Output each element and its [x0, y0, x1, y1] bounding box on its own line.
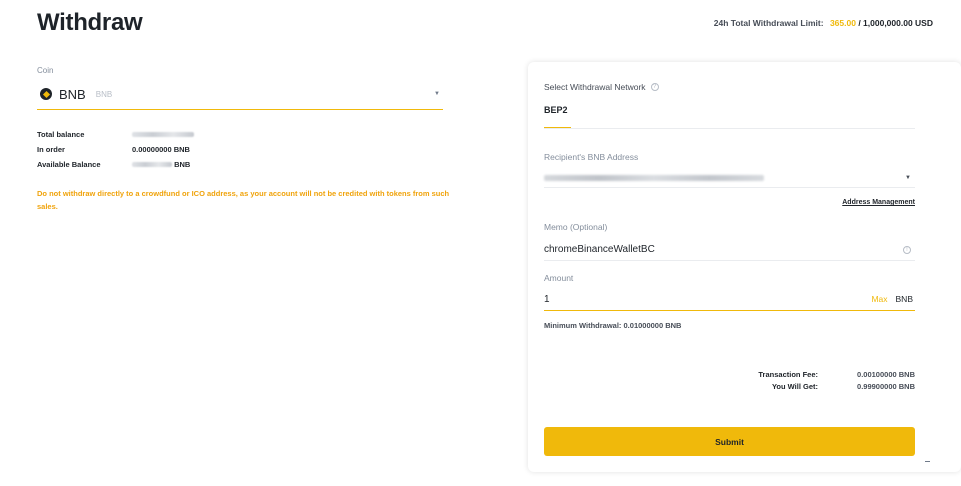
balance-summary: Total balance In order 0.00000000 BNB Av… [37, 127, 207, 172]
amount-value: 1 [544, 293, 550, 305]
redacted-address [544, 174, 764, 181]
withdrawal-limit-used: 365.00 [829, 18, 856, 28]
memo-label: Memo (Optional) [544, 222, 608, 232]
balance-row-available: Available Balance BNB [37, 157, 207, 172]
total-balance-value [132, 130, 194, 139]
balance-row-total: Total balance [37, 127, 207, 142]
amount-unit: BNB [895, 294, 913, 304]
network-select-label-text: Select Withdrawal Network [544, 82, 646, 92]
fee-summary: Transaction Fee: 0.00100000 BNB You Will… [758, 368, 915, 392]
in-order-label: In order [37, 145, 65, 154]
info-icon[interactable]: ? [650, 83, 659, 91]
memo-input[interactable]: chromeBinanceWalletBC ! [544, 239, 915, 261]
address-management-link[interactable]: Address Management [842, 199, 915, 206]
minimum-withdrawal: Minimum Withdrawal: 0.01000000 BNB [544, 321, 682, 330]
address-label: Recipient's BNB Address [544, 152, 639, 162]
chevron-down-icon[interactable]: ▼ [905, 175, 911, 181]
redacted-value [132, 132, 194, 137]
available-balance-label: Available Balance [37, 160, 101, 169]
transaction-fee-row: Transaction Fee: 0.00100000 BNB [758, 368, 915, 380]
receive-amount-label: You Will Get: [771, 381, 818, 391]
balance-row-in-order: In order 0.00000000 BNB [37, 142, 207, 157]
max-button[interactable]: Max [871, 294, 887, 304]
available-balance-unit: BNB [174, 160, 191, 169]
info-icon[interactable]: ! [903, 245, 911, 254]
coin-symbol: BNB [59, 86, 86, 102]
coin-name: BNB [95, 89, 113, 99]
amount-input[interactable]: 1 Max BNB [544, 288, 915, 311]
transaction-fee-value: 0.00100000 BNB [857, 369, 915, 379]
receive-amount-row: You Will Get: 0.99900000 BNB [758, 380, 915, 392]
transaction-fee-label: Transaction Fee: [758, 369, 818, 379]
scroll-indicator [925, 461, 930, 462]
available-balance-value: BNB [132, 160, 190, 169]
bnb-logo-icon [40, 88, 52, 100]
coin-select[interactable]: BNB BNB ▼ [37, 79, 443, 110]
tab-bep2[interactable]: BEP2 [544, 103, 571, 129]
withdrawal-limit-total: / 1,000,000.00 USD [858, 18, 933, 28]
withdraw-form: Select Withdrawal Network ? BEP2 Recipie… [544, 62, 915, 472]
withdraw-warning: Do not withdraw directly to a crowdfund … [37, 189, 450, 211]
coin-label: Coin [37, 66, 54, 75]
total-balance-label: Total balance [37, 130, 85, 139]
page-title: Withdraw [37, 9, 143, 36]
submit-button[interactable]: Submit [544, 427, 915, 456]
tab-divider [544, 128, 915, 129]
withdrawal-limit: 24h Total Withdrawal Limit: 365.00 / 1,0… [714, 18, 933, 28]
redacted-value [132, 162, 172, 167]
receive-amount-value: 0.99900000 BNB [857, 381, 915, 391]
network-select-label: Select Withdrawal Network ? [544, 82, 659, 92]
recipient-address-input[interactable]: ▼ [544, 168, 915, 188]
withdraw-form-card: Select Withdrawal Network ? BEP2 Recipie… [528, 62, 961, 472]
chevron-down-icon: ▼ [434, 91, 440, 97]
memo-value: chromeBinanceWalletBC [544, 244, 655, 255]
in-order-value: 0.00000000 BNB [132, 145, 190, 154]
amount-label: Amount [544, 273, 574, 283]
withdrawal-limit-label: 24h Total Withdrawal Limit: [713, 18, 824, 28]
